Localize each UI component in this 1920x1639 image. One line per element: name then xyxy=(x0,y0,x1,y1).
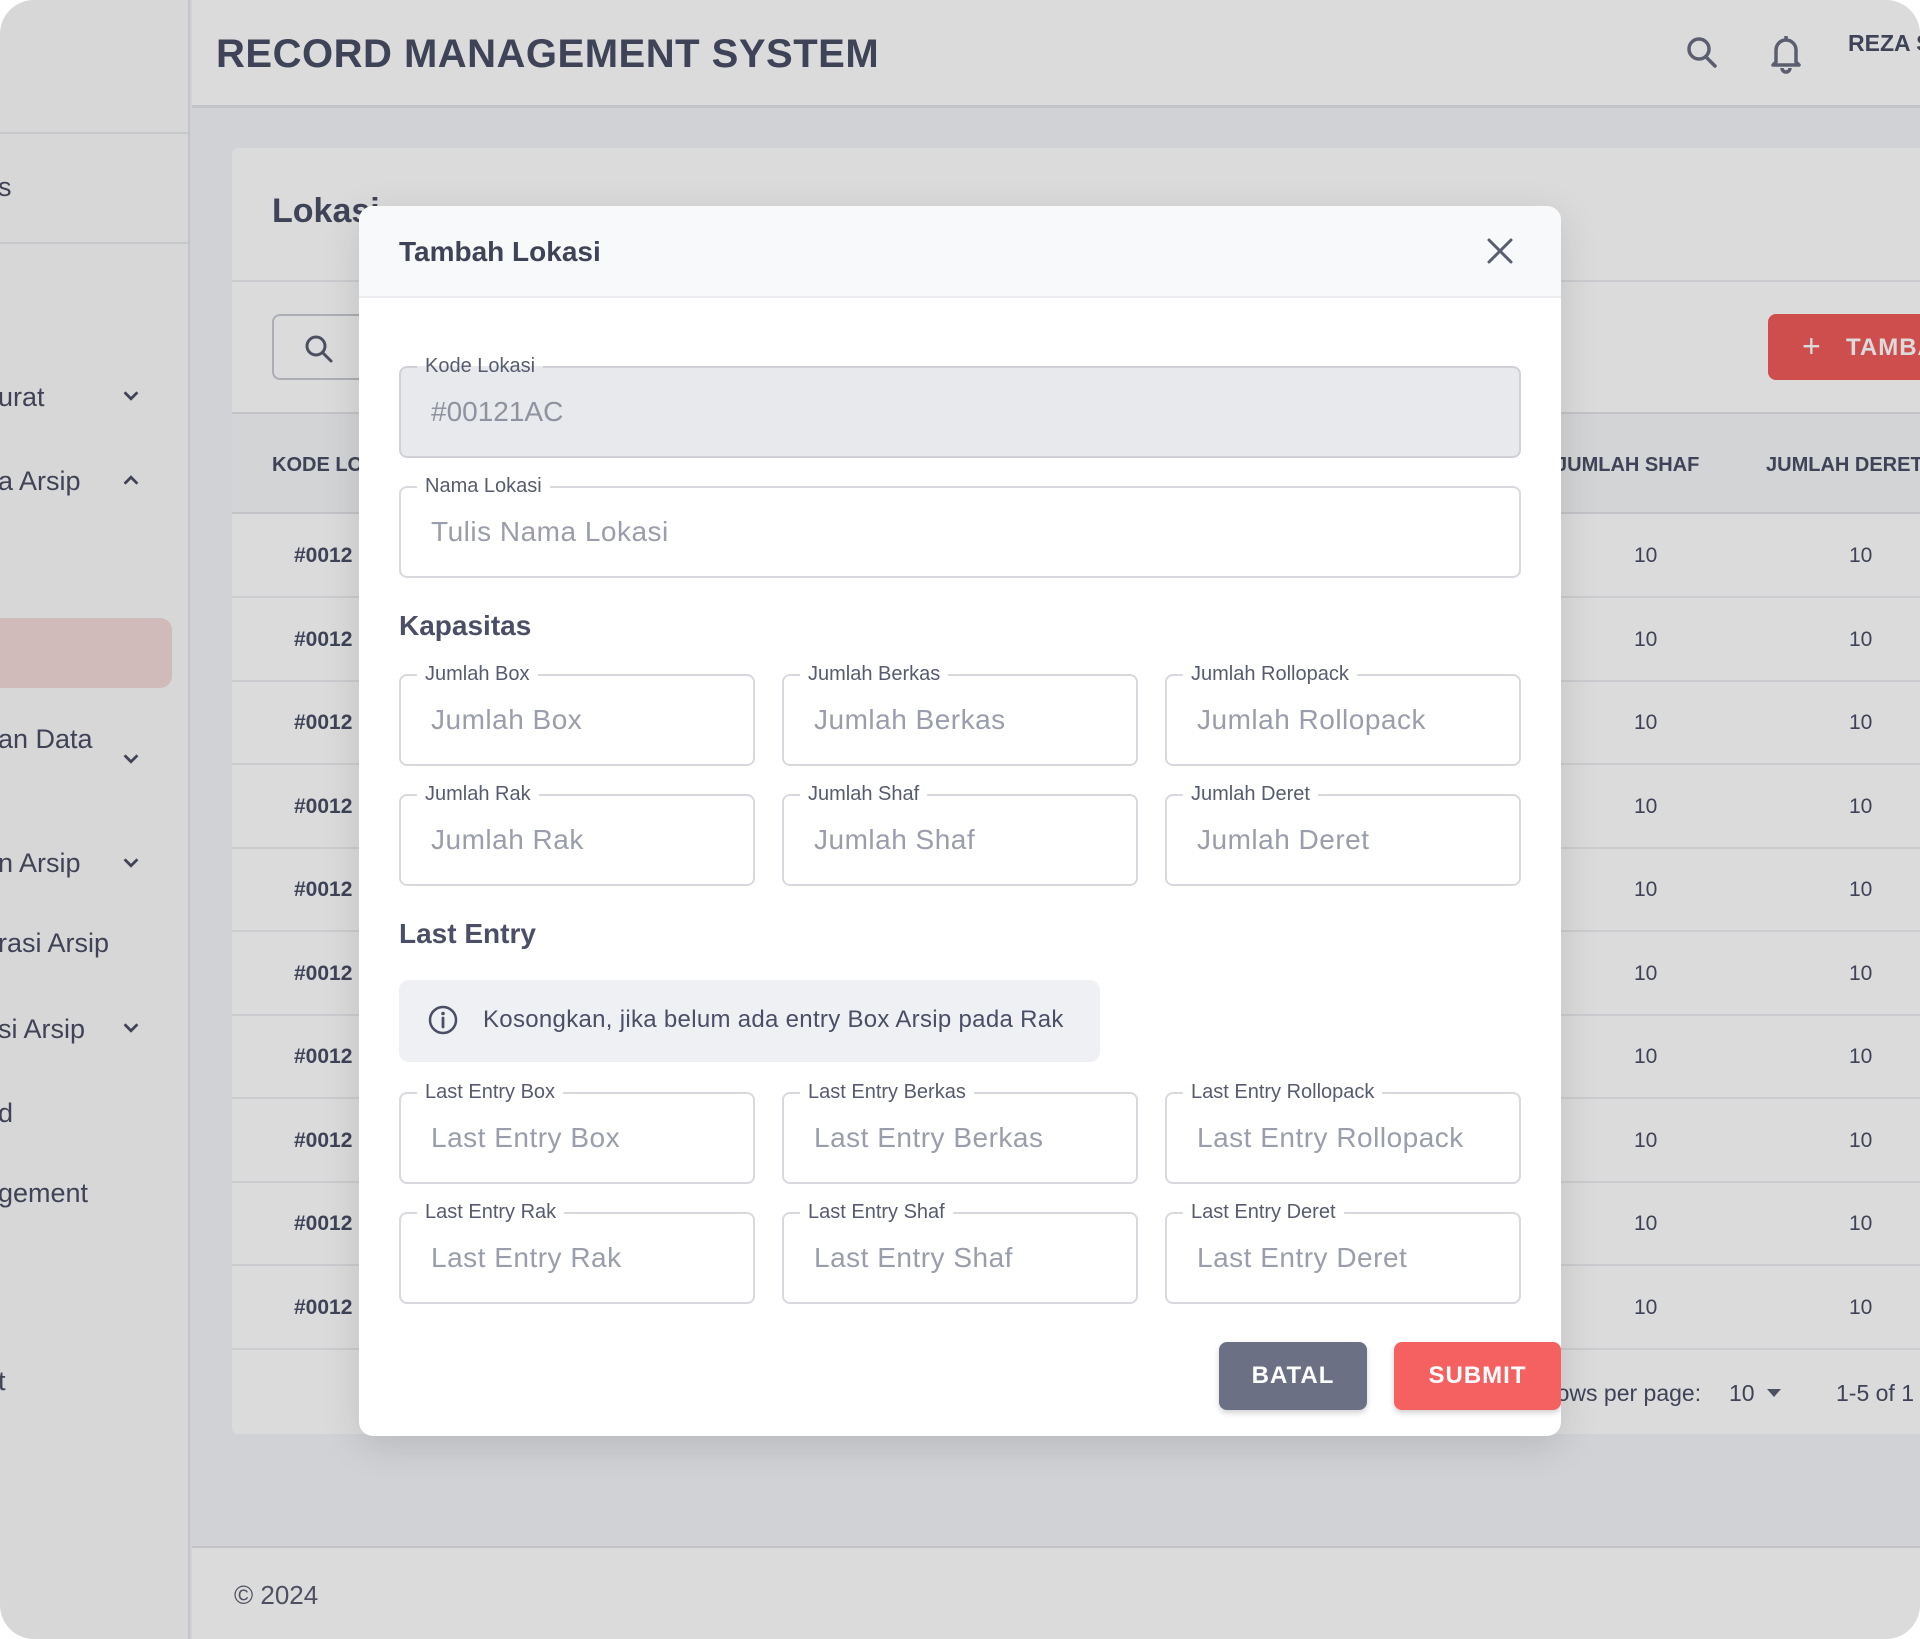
kapasitas-title: Kapasitas xyxy=(399,610,532,641)
modal-title: Tambah Lokasi xyxy=(399,236,601,267)
cancel-button[interactable]: BATAL xyxy=(1219,1342,1367,1410)
last-entry-deret-label: Last Entry Deret xyxy=(1183,1200,1344,1224)
last-entry-deret-field[interactable]: Last Entry Deret xyxy=(1165,1200,1521,1304)
kode-lokasi-input xyxy=(431,390,1499,434)
jumlah-deret-input[interactable] xyxy=(1197,818,1499,862)
jumlah-shaf-label: Jumlah Shaf xyxy=(800,782,928,806)
last-entry-berkas-field[interactable]: Last Entry Berkas xyxy=(782,1080,1138,1184)
kode-lokasi-label: Kode Lokasi xyxy=(417,354,544,378)
last-entry-shaf-label: Last Entry Shaf xyxy=(800,1200,953,1224)
close-icon[interactable] xyxy=(1485,236,1515,266)
last-entry-berkas-input[interactable] xyxy=(814,1116,1116,1160)
jumlah-deret-label: Jumlah Deret xyxy=(1183,782,1318,806)
jumlah-shaf-input[interactable] xyxy=(814,818,1116,862)
jumlah-berkas-field[interactable]: Jumlah Berkas xyxy=(782,662,1138,766)
last-entry-box-label: Last Entry Box xyxy=(417,1080,564,1104)
jumlah-box-label: Jumlah Box xyxy=(417,662,538,686)
jumlah-rollopack-field[interactable]: Jumlah Rollopack xyxy=(1165,662,1521,766)
jumlah-rollopack-label: Jumlah Rollopack xyxy=(1183,662,1357,686)
jumlah-box-field[interactable]: Jumlah Box xyxy=(399,662,755,766)
modal-header: Tambah Lokasi xyxy=(359,206,1561,298)
last-entry-rak-input[interactable] xyxy=(431,1236,733,1280)
last-entry-shaf-input[interactable] xyxy=(814,1236,1116,1280)
kode-lokasi-field: Kode Lokasi xyxy=(399,354,1521,458)
last-entry-berkas-label: Last Entry Berkas xyxy=(800,1080,974,1104)
submit-button[interactable]: SUBMIT xyxy=(1394,1342,1561,1410)
info-alert: Kosongkan, jika belum ada entry Box Arsi… xyxy=(399,980,1100,1062)
last-entry-title: Last Entry xyxy=(399,918,536,949)
jumlah-rak-input[interactable] xyxy=(431,818,733,862)
jumlah-shaf-field[interactable]: Jumlah Shaf xyxy=(782,782,1138,886)
info-icon xyxy=(428,1005,458,1035)
last-entry-rollopack-label: Last Entry Rollopack xyxy=(1183,1080,1383,1104)
add-location-modal: Tambah Lokasi Kode Lokasi Nama Lokasi Ka… xyxy=(359,206,1561,1436)
jumlah-deret-field[interactable]: Jumlah Deret xyxy=(1165,782,1521,886)
last-entry-rak-field[interactable]: Last Entry Rak xyxy=(399,1200,755,1304)
nama-lokasi-field[interactable]: Nama Lokasi xyxy=(399,474,1521,578)
last-entry-box-input[interactable] xyxy=(431,1116,733,1160)
info-text: Kosongkan, jika belum ada entry Box Arsi… xyxy=(483,1006,1064,1033)
last-entry-deret-input[interactable] xyxy=(1197,1236,1499,1280)
jumlah-berkas-label: Jumlah Berkas xyxy=(800,662,949,686)
jumlah-box-input[interactable] xyxy=(431,698,733,742)
jumlah-berkas-input[interactable] xyxy=(814,698,1116,742)
app-frame: s urat a Arsip an Data n Arsip rasi Arsi… xyxy=(0,0,1920,1639)
jumlah-rollopack-input[interactable] xyxy=(1197,698,1499,742)
nama-lokasi-input[interactable] xyxy=(431,510,1499,554)
last-entry-shaf-field[interactable]: Last Entry Shaf xyxy=(782,1200,1138,1304)
last-entry-rollopack-field[interactable]: Last Entry Rollopack xyxy=(1165,1080,1521,1184)
jumlah-rak-label: Jumlah Rak xyxy=(417,782,539,806)
last-entry-rak-label: Last Entry Rak xyxy=(417,1200,565,1224)
jumlah-rak-field[interactable]: Jumlah Rak xyxy=(399,782,755,886)
nama-lokasi-label: Nama Lokasi xyxy=(417,474,550,498)
last-entry-box-field[interactable]: Last Entry Box xyxy=(399,1080,755,1184)
last-entry-rollopack-input[interactable] xyxy=(1197,1116,1499,1160)
